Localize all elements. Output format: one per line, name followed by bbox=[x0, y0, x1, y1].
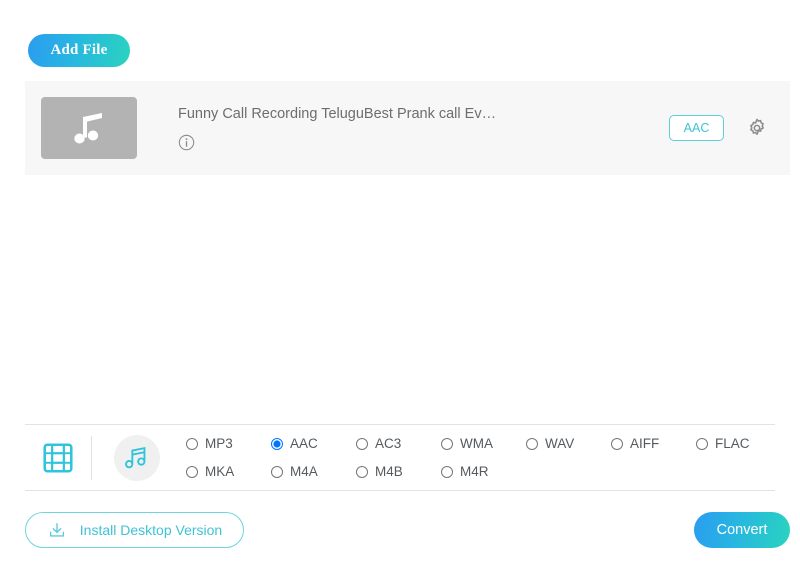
format-option-aac[interactable]: AAC bbox=[271, 436, 356, 451]
gear-icon bbox=[750, 118, 764, 136]
format-radio-ac3[interactable] bbox=[356, 437, 368, 450]
install-label: Install Desktop Version bbox=[79, 522, 223, 538]
convert-button[interactable]: Convert bbox=[694, 512, 790, 548]
format-radio-mka[interactable] bbox=[186, 465, 198, 478]
format-radio-flac[interactable] bbox=[696, 437, 708, 450]
format-option-wav[interactable]: WAV bbox=[526, 436, 611, 451]
tab-divider bbox=[91, 435, 92, 480]
format-option-mp3[interactable]: MP3 bbox=[186, 436, 271, 451]
format-option-mka[interactable]: MKA bbox=[186, 464, 271, 479]
format-option-aiff[interactable]: AIFF bbox=[611, 436, 696, 451]
file-meta: Funny Call Recording TeluguBest Prank ca… bbox=[178, 106, 669, 151]
add-file-area: Add File bbox=[28, 34, 130, 67]
format-radio-wav[interactable] bbox=[526, 437, 538, 450]
format-selector-bar: MP3 AAC AC3 WMA WAV AIFF FLAC MKA M4A M4… bbox=[25, 424, 775, 491]
film-strip-icon bbox=[43, 442, 73, 473]
music-notes-icon bbox=[125, 446, 146, 468]
info-circle-icon[interactable] bbox=[178, 134, 195, 151]
audio-converter-app: Add File Funny Call Recording TeluguBest… bbox=[0, 0, 800, 562]
file-actions: AAC bbox=[669, 115, 768, 141]
file-name: Funny Call Recording TeluguBest Prank ca… bbox=[178, 105, 497, 122]
format-option-m4r[interactable]: M4R bbox=[441, 464, 526, 479]
format-radio-aiff[interactable] bbox=[611, 437, 623, 450]
format-radio-mp3[interactable] bbox=[186, 437, 198, 450]
format-option-wma[interactable]: WMA bbox=[441, 436, 526, 451]
format-radio-m4a[interactable] bbox=[271, 465, 283, 478]
format-option-ac3[interactable]: AC3 bbox=[356, 436, 441, 451]
install-desktop-version-button[interactable]: Install Desktop Version bbox=[25, 512, 244, 548]
format-radio-m4r[interactable] bbox=[441, 465, 453, 478]
file-list-item[interactable]: Funny Call Recording TeluguBest Prank ca… bbox=[25, 81, 790, 175]
format-radio-aac[interactable] bbox=[271, 437, 283, 450]
format-radio-m4b[interactable] bbox=[356, 465, 368, 478]
audio-tab[interactable] bbox=[114, 434, 160, 481]
format-option-m4b[interactable]: M4B bbox=[356, 464, 441, 479]
format-radio-grid: MP3 AAC AC3 WMA WAV AIFF FLAC MKA M4A M4… bbox=[186, 430, 781, 486]
video-tab[interactable] bbox=[25, 441, 91, 475]
format-radio-wma[interactable] bbox=[441, 437, 453, 450]
output-format-button[interactable]: AAC bbox=[669, 115, 724, 141]
settings-button[interactable] bbox=[746, 117, 768, 139]
file-thumbnail bbox=[41, 97, 137, 159]
format-option-m4a[interactable]: M4A bbox=[271, 464, 356, 479]
format-option-flac[interactable]: FLAC bbox=[696, 436, 781, 451]
music-note-icon bbox=[74, 113, 102, 144]
add-file-button[interactable]: Add File bbox=[28, 34, 130, 67]
download-icon bbox=[49, 523, 64, 537]
